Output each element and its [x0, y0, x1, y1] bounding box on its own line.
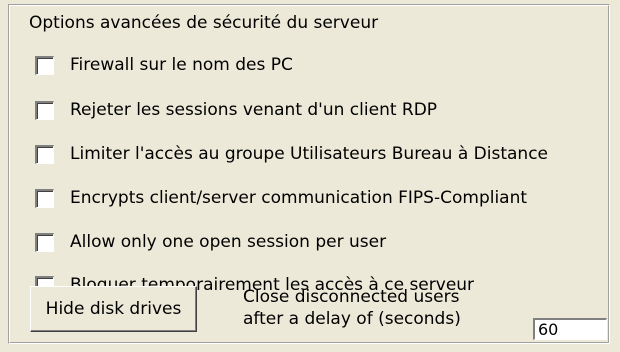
- checkbox[interactable]: [35, 232, 54, 252]
- hide-disk-drives-button[interactable]: Hide disk drives: [30, 286, 197, 332]
- group-title: Options avancées de sécurité du serveur: [29, 13, 379, 33]
- disconnect-delay-label: Close disconnected users after a delay o…: [243, 286, 461, 330]
- checkbox-label: Allow only one open session per user: [70, 232, 387, 252]
- option-limit-remote-desktop-users[interactable]: Limiter l'accès au groupe Utilisateurs B…: [35, 139, 548, 169]
- checkbox[interactable]: [35, 55, 54, 75]
- option-fips-encryption[interactable]: Encrypts client/server communication FIP…: [35, 183, 527, 213]
- checkbox[interactable]: [35, 188, 54, 208]
- checkbox-label: Limiter l'accès au groupe Utilisateurs B…: [70, 144, 549, 164]
- disconnect-delay-label-line1: Close disconnected users: [243, 287, 460, 307]
- checkbox[interactable]: [35, 100, 54, 120]
- disconnect-delay-label-line2: after a delay of (seconds): [243, 309, 461, 329]
- option-firewall-pc-name[interactable]: Firewall sur le nom des PC: [35, 50, 293, 80]
- option-reject-rdp-client[interactable]: Rejeter les sessions venant d'un client …: [35, 95, 437, 125]
- checkbox-label: Firewall sur le nom des PC: [70, 55, 293, 75]
- checkbox-label: Encrypts client/server communication FIP…: [70, 188, 528, 208]
- option-one-session-per-user[interactable]: Allow only one open session per user: [35, 227, 386, 257]
- disconnect-delay-input[interactable]: [533, 318, 607, 340]
- checkbox[interactable]: [35, 144, 54, 164]
- checkbox-label: Rejeter les sessions venant d'un client …: [70, 100, 438, 120]
